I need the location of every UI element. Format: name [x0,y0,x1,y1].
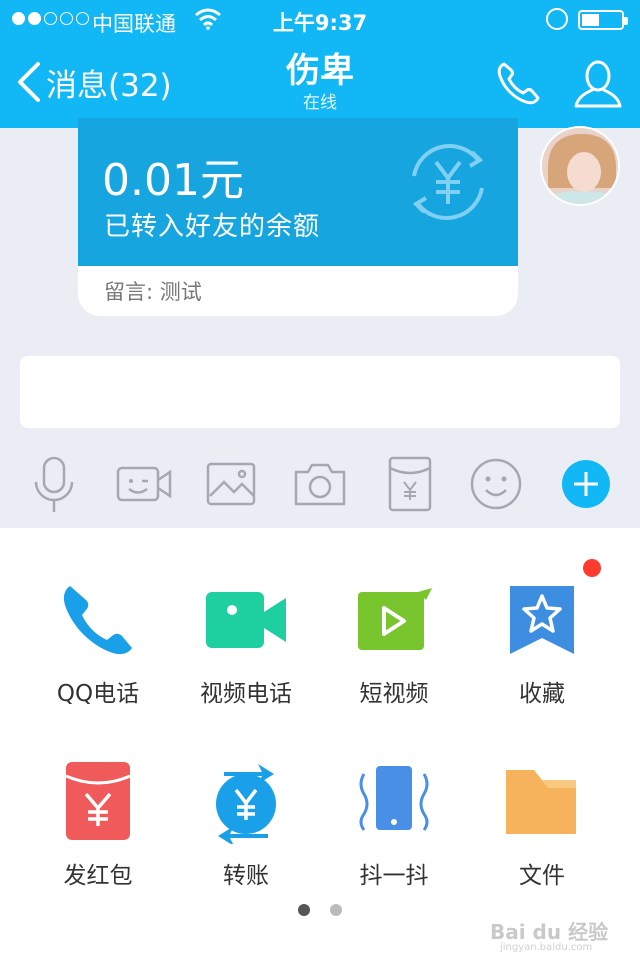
transfer-icon [216,764,276,844]
back-button[interactable]: 消息(32) [14,52,172,112]
panel-label: 转账 [223,863,269,889]
input-toolbar [0,444,640,524]
image-icon[interactable] [200,452,264,516]
panel-label: QQ电话 [56,681,140,707]
camera-icon[interactable] [288,452,352,516]
phone-icon[interactable] [492,58,544,110]
favorite-icon [510,586,574,654]
video-camera-icon [206,592,286,648]
shake-icon [359,766,429,831]
favorites-button[interactable]: 收藏 [462,528,622,707]
watermark-logo: Bai du 经验 [490,920,609,944]
note-text: 测试 [159,280,202,304]
avatar[interactable] [540,126,620,206]
person-icon[interactable] [572,58,624,110]
phone-icon [63,586,133,655]
battery-icon [578,10,628,30]
red-packet-icon [65,762,131,840]
video-icon[interactable] [112,452,176,516]
shake-button[interactable]: 抖一抖 [314,710,474,889]
chat-area: 0.01元 已转入好友的余额 留言: 测试 [0,118,640,528]
battery-tip [624,17,628,25]
panel-label: 文件 [519,863,565,889]
short-video-button[interactable]: 短视频 [314,528,474,707]
red-packet-icon[interactable] [378,452,442,516]
yen-refresh-icon [412,144,484,220]
red-packet-button[interactable]: 发红包 [18,710,178,889]
watermark-url: jingyan.baidu.com [500,942,593,953]
clock: 上午9:37 [272,11,368,35]
microphone-icon[interactable] [22,452,86,516]
status-bar: 中国联通 上午9:37 [0,0,640,40]
panel-label: 收藏 [519,681,565,707]
transfer-note: 留言: 测试 [104,276,202,306]
folder-icon [506,770,576,834]
plus-icon[interactable] [554,452,618,516]
file-button[interactable]: 文件 [462,710,622,889]
short-video-icon [358,588,432,650]
chevron-left-icon [18,62,40,102]
notification-dot [583,559,601,577]
panel-label: 抖一抖 [359,863,429,889]
qq-call-button[interactable]: QQ电话 [18,528,178,707]
panel-label: 发红包 [63,863,133,889]
back-label: 消息(32) [46,67,172,104]
transfer-amount: 0.01元 [102,155,244,206]
message-input[interactable] [20,356,620,428]
function-panel: QQ电话 视频电话 短视频 收藏 发红包 转账 抖一抖 文件 Bai du 经验… [0,528,640,960]
header: 中国联通 上午9:37 消息(32) 伤卑 在线 [0,0,640,128]
panel-label: 短视频 [359,681,429,707]
alarm-icon [546,8,568,30]
emoji-icon[interactable] [464,452,528,516]
transfer-card-header: 0.01元 已转入好友的余额 [78,118,518,266]
video-call-button[interactable]: 视频电话 [166,528,326,707]
panel-label: 视频电话 [200,681,292,707]
note-label: 留言: [104,280,154,304]
avatar-image [542,128,618,204]
transfer-card[interactable]: 0.01元 已转入好友的余额 留言: 测试 [78,118,518,316]
page-indicator[interactable] [0,904,640,916]
page-dot[interactable] [330,904,342,916]
transfer-description: 已转入好友的余额 [104,212,321,242]
transfer-button[interactable]: 转账 [166,710,326,889]
page-dot[interactable] [298,904,310,916]
battery-level [582,14,599,26]
